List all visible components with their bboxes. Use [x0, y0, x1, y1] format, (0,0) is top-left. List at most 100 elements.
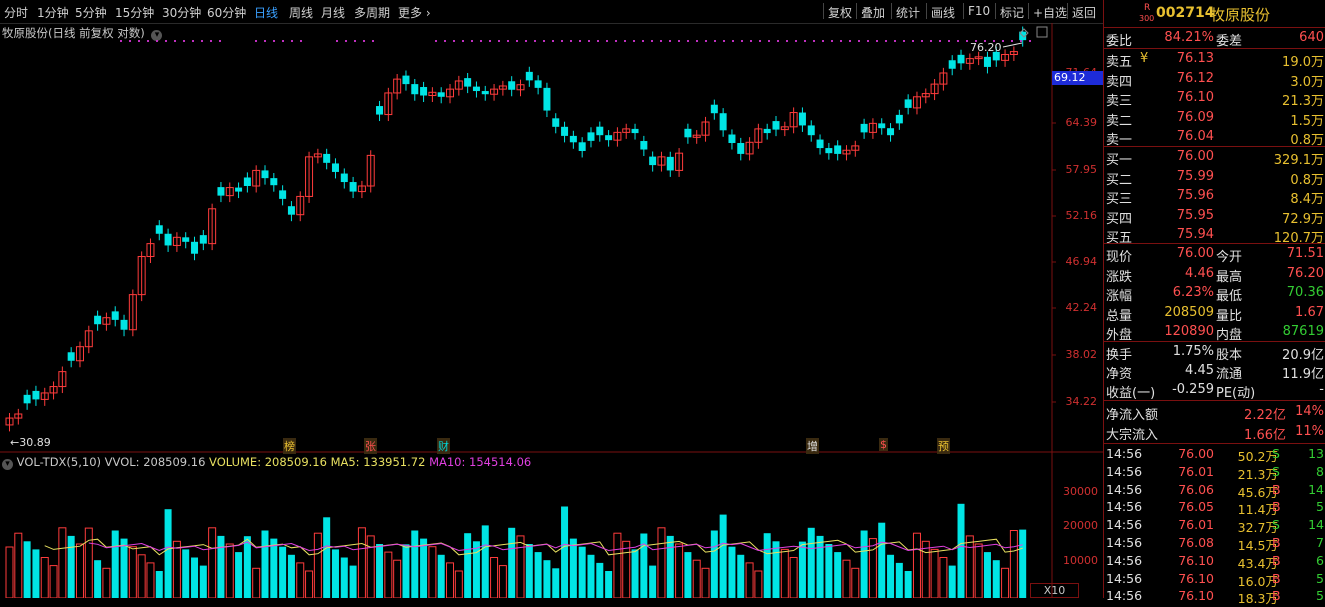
volume-bar — [807, 527, 815, 598]
stat-value: 20.9亿 — [1282, 348, 1324, 363]
divider — [1104, 400, 1325, 401]
event-marker[interactable]: $ — [879, 438, 888, 451]
tick-count: 14 — [1308, 517, 1324, 533]
period-tab-3[interactable]: 15分钟 — [115, 4, 154, 21]
ma-dot — [759, 40, 761, 42]
ma-dot — [741, 40, 743, 42]
candle-body — [270, 178, 278, 186]
divider — [1104, 27, 1325, 28]
period-tab-6[interactable]: 日线 — [254, 4, 278, 21]
ma-dot — [687, 40, 689, 42]
ma-dot — [651, 40, 653, 42]
event-marker[interactable]: 榜 — [283, 438, 296, 454]
toolbar-action-2[interactable]: 统计 — [896, 4, 920, 21]
volume-bar — [561, 506, 569, 598]
toolbar-action-0[interactable]: 复权 — [828, 4, 852, 21]
volume-bar — [128, 546, 137, 598]
candle-body — [534, 80, 542, 88]
volume-bar — [789, 557, 798, 598]
toolbar-separator — [1067, 3, 1068, 19]
ask-label: 卖四 — [1106, 74, 1133, 90]
volume-bar — [948, 565, 956, 598]
stat-value: - — [1319, 382, 1324, 397]
period-tab-10[interactable]: 更多 › — [398, 4, 431, 21]
stat-value: 70.36 — [1286, 285, 1324, 300]
candle-body — [376, 106, 384, 115]
volume-bar — [763, 533, 771, 598]
period-tab-5[interactable]: 60分钟 — [207, 4, 246, 21]
bid-row: 买一 76.00 329.1万 — [1104, 148, 1325, 168]
ask-price: 76.10 — [1176, 90, 1214, 105]
period-tab-9[interactable]: 多周期 — [354, 4, 390, 21]
tick-count: 5 — [1316, 588, 1324, 604]
period-tab-4[interactable]: 30分钟 — [162, 4, 201, 21]
volume-unit-label[interactable]: X10 — [1030, 583, 1079, 598]
volume-bar — [270, 538, 278, 598]
tick-count: 6 — [1316, 552, 1324, 568]
volume-bar — [437, 554, 445, 598]
candle-body — [587, 132, 595, 141]
ma-dot — [552, 40, 554, 42]
ma-dot — [894, 40, 896, 42]
event-marker[interactable]: 财 — [437, 438, 450, 454]
toolbar-action-5[interactable]: 标记 — [1000, 4, 1024, 21]
volume-bar — [120, 538, 128, 598]
ma-dot — [813, 40, 815, 42]
volume-bar — [887, 554, 895, 598]
ma-dot — [822, 40, 824, 42]
ma-dot — [678, 40, 680, 42]
current-price-tag: 69.12 — [1052, 71, 1104, 85]
ma-dot — [219, 40, 221, 42]
volume-bar — [657, 527, 666, 598]
volume-chart[interactable] — [0, 453, 1103, 598]
stat-label: 现价 — [1106, 250, 1133, 265]
stat-value: 6.23% — [1172, 285, 1214, 300]
stat-value: 208509 — [1164, 304, 1214, 320]
ma-dot — [948, 40, 950, 42]
toolbar-action-7[interactable]: 返回 — [1072, 4, 1096, 21]
candle-body — [543, 87, 551, 111]
stat-value: -0.259 — [1172, 382, 1214, 397]
event-marker[interactable]: 预 — [937, 438, 950, 454]
ma-dot — [336, 40, 338, 42]
stat2-row: 净资 4.45 流通 11.9亿 — [1104, 362, 1325, 382]
tick-time: 14:56 — [1106, 499, 1143, 515]
period-tab-7[interactable]: 周线 — [289, 4, 313, 21]
toolbar-action-6[interactable]: +自选 — [1033, 4, 1067, 21]
volume-bar — [287, 554, 295, 598]
candlestick-chart[interactable]: 76.20 ←30.89 — [0, 23, 1103, 453]
tick-side: S — [1272, 517, 1280, 533]
window-toggle-icon[interactable] — [1036, 26, 1048, 38]
ma-dot — [255, 40, 257, 42]
ma-dot — [300, 40, 302, 42]
toolbar-action-1[interactable]: 叠加 — [861, 4, 885, 21]
candle-body — [481, 91, 489, 95]
ma-dot — [939, 40, 941, 42]
bid-price: 76.00 — [1176, 149, 1214, 164]
volume-bar — [182, 549, 190, 598]
volume-bar — [428, 546, 437, 598]
ma-dot — [696, 40, 698, 42]
volume-bar — [384, 551, 393, 598]
stat-row: 现价 76.00 今开 71.51 — [1104, 245, 1325, 265]
period-tab-2[interactable]: 5分钟 — [75, 4, 107, 21]
event-marker[interactable]: 张 — [364, 438, 377, 454]
ma-dot — [723, 40, 725, 42]
volume-tick: 10000 — [1063, 554, 1098, 567]
period-tab-1[interactable]: 1分钟 — [37, 4, 69, 21]
volume-bar — [349, 565, 357, 598]
ma-dot — [138, 40, 140, 42]
ma-dot — [570, 40, 572, 42]
period-tab-8[interactable]: 月线 — [321, 4, 345, 21]
volume-bar — [957, 503, 965, 598]
toolbar-action-4[interactable]: F10 — [968, 4, 990, 18]
ma-dot — [183, 40, 185, 42]
event-marker[interactable]: 增 — [806, 438, 819, 454]
period-tab-0[interactable]: 分时 — [4, 4, 28, 21]
stat-value: 87619 — [1282, 324, 1324, 339]
toolbar-action-3[interactable]: 画线 — [931, 4, 955, 21]
volume-bar — [75, 543, 84, 598]
ma-dot — [345, 40, 347, 42]
ma-dot — [453, 40, 455, 42]
tick-price: 76.01 — [1178, 517, 1214, 533]
